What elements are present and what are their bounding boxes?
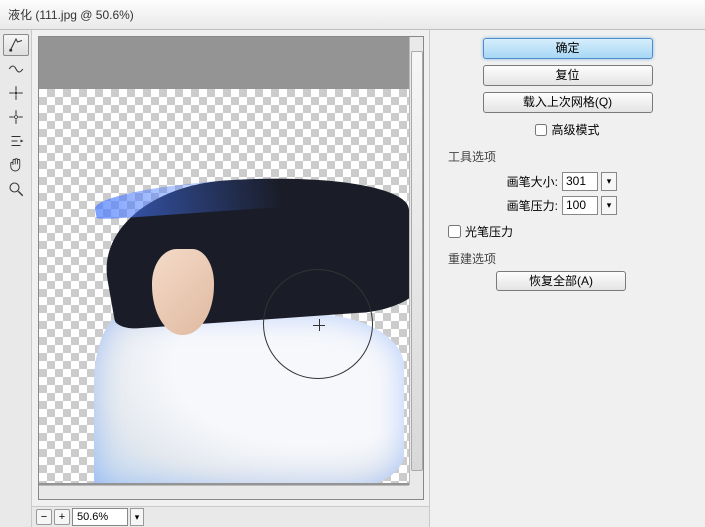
pen-pressure-label: 光笔压力: [465, 223, 513, 240]
advanced-mode-label: 高级模式: [551, 121, 599, 138]
hand-tool[interactable]: [3, 154, 29, 176]
zoom-tool[interactable]: [3, 178, 29, 200]
canvas-frame: [32, 30, 429, 506]
options-panel: 确定 复位 载入上次网格(Q) 高级模式 工具选项 画笔大小: ▾ 画笔压力: …: [430, 30, 705, 527]
bloat-tool[interactable]: [3, 106, 29, 128]
reconstruct-tool[interactable]: [3, 58, 29, 80]
canvas[interactable]: [38, 36, 424, 500]
titlebar: 液化 (111.jpg @ 50.6%): [0, 0, 705, 30]
brush-size-row: 画笔大小: ▾: [494, 169, 687, 193]
brush-options: 画笔大小: ▾ 画笔压力: ▾: [494, 169, 687, 217]
zoom-dropdown[interactable]: ▾: [130, 508, 144, 526]
zoom-field[interactable]: [72, 508, 128, 526]
toolbar: [0, 30, 32, 527]
restore-all-button[interactable]: 恢复全部(A): [496, 271, 626, 291]
pen-pressure-checkbox[interactable]: [448, 225, 461, 238]
push-left-tool[interactable]: [3, 130, 29, 152]
zoom-in-button[interactable]: +: [54, 509, 70, 525]
pucker-tool[interactable]: [3, 82, 29, 104]
reconstruct-options-label: 重建选项: [448, 250, 687, 267]
brush-pressure-row: 画笔压力: ▾: [494, 193, 687, 217]
advanced-mode-row: 高级模式: [448, 121, 687, 138]
zoom-out-button[interactable]: −: [36, 509, 52, 525]
brush-pressure-dropdown[interactable]: ▾: [601, 196, 617, 215]
brush-size-dropdown[interactable]: ▾: [601, 172, 617, 191]
forward-warp-tool[interactable]: [3, 34, 29, 56]
window-title: 液化 (111.jpg @ 50.6%): [8, 6, 134, 23]
chevron-down-icon: ▾: [135, 512, 140, 523]
subject-image: [94, 179, 414, 489]
image-view[interactable]: [39, 89, 411, 485]
load-last-mesh-button[interactable]: 载入上次网格(Q): [483, 92, 653, 113]
horizontal-scrollbar[interactable]: [39, 485, 409, 499]
ok-button[interactable]: 确定: [483, 38, 653, 59]
app-body: − + ▾ 确定 复位 载入上次网格(Q) 高级模式 工具选项 画笔大小: ▾ …: [0, 30, 705, 527]
canvas-area: − + ▾: [32, 30, 430, 527]
advanced-mode-checkbox[interactable]: [535, 124, 547, 136]
scrollbar-thumb[interactable]: [411, 51, 423, 471]
brush-pressure-input[interactable]: [562, 196, 598, 215]
brush-size-input[interactable]: [562, 172, 598, 191]
canvas-padding-top: [39, 37, 423, 89]
pen-pressure-row: 光笔压力: [448, 223, 687, 240]
brush-size-label: 画笔大小:: [494, 173, 558, 190]
chevron-down-icon: ▾: [607, 176, 612, 187]
reset-button[interactable]: 复位: [483, 65, 653, 86]
dialog-buttons: 确定 复位 载入上次网格(Q): [448, 38, 687, 113]
brush-pressure-label: 画笔压力:: [494, 197, 558, 214]
chevron-down-icon: ▾: [607, 200, 612, 211]
vertical-scrollbar[interactable]: [409, 37, 423, 485]
scrollbar-corner: [409, 485, 423, 499]
zoom-strip: − + ▾: [32, 506, 429, 527]
tool-options-label: 工具选项: [448, 148, 687, 165]
